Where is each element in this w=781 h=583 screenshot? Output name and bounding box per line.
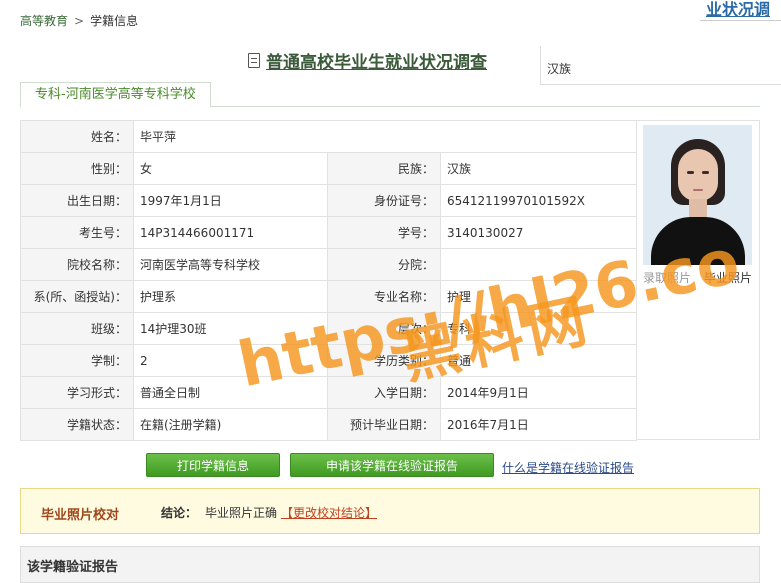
- tab-school[interactable]: 专科-河南医学高等专科学校: [20, 82, 211, 108]
- id-number-value: 65412119970101592X: [439, 184, 638, 217]
- student-number-label: 学号：: [327, 216, 441, 249]
- duration-label: 学制：: [20, 344, 134, 377]
- id-number-label: 身份证号：: [327, 184, 441, 217]
- conclusion-label: 结论：: [161, 506, 198, 520]
- verification-report-section: 该学籍验证报告: [20, 546, 760, 583]
- class-label: 班级：: [20, 312, 134, 345]
- corner-survey-title[interactable]: 业状况调: [706, 0, 781, 20]
- corner-divider: [700, 20, 781, 21]
- birth-label: 出生日期：: [20, 184, 134, 217]
- exam-number-label: 考生号：: [20, 216, 134, 249]
- side-ethnicity-text: 汉族: [547, 62, 572, 76]
- table-row: 姓名： 毕平萍: [20, 120, 638, 153]
- table-row: 学籍状态： 在籍(注册学籍) 预计毕业日期： 2016年7月1日: [20, 408, 638, 441]
- breadcrumb-home-link[interactable]: 高等教育: [20, 14, 68, 28]
- table-row: 考生号： 14P314466001171 学号： 3140130027: [20, 216, 638, 249]
- department-label: 系(所、函授站)：: [20, 280, 134, 313]
- what-is-report-link[interactable]: 什么是学籍在线验证报告: [502, 459, 634, 476]
- request-verification-button[interactable]: 申请该学籍在线验证报告: [290, 453, 494, 477]
- college-value: 河南医学高等专科学校: [133, 248, 328, 281]
- conclusion-value: 毕业照片正确: [205, 506, 278, 520]
- photo-check-title: 毕业照片校对: [41, 508, 120, 523]
- table-row: 性别： 女 民族： 汉族: [20, 152, 638, 185]
- survey-header: 普通高校毕业生就业状况调查: [248, 48, 487, 73]
- print-record-button[interactable]: 打印学籍信息: [146, 453, 280, 477]
- photo-check-panel: 毕业照片校对 结论： 毕业照片正确 【更改校对结论】: [20, 488, 760, 534]
- branch-label: 分院：: [327, 248, 441, 281]
- side-ethnicity-box: 汉族: [540, 46, 781, 85]
- study-form-label: 学习形式：: [20, 376, 134, 409]
- gender-value: 女: [133, 152, 328, 185]
- name-label: 姓名：: [20, 120, 134, 153]
- graduation-date-value: 2016年7月1日: [439, 408, 638, 441]
- name-value: 毕平萍: [132, 120, 638, 153]
- breadcrumb-separator: >: [74, 14, 85, 28]
- document-icon: [248, 53, 260, 68]
- student-number-value: 3140130027: [439, 216, 638, 249]
- breadcrumb-current: 学籍信息: [90, 14, 139, 28]
- breadcrumb: 高等教育 > 学籍信息: [20, 12, 138, 29]
- status-value: 在籍(注册学籍): [133, 408, 328, 441]
- graduation-date-label: 预计毕业日期：: [327, 408, 441, 441]
- college-label: 院校名称：: [20, 248, 134, 281]
- report-title: 该学籍验证报告: [27, 560, 119, 575]
- ethnicity-value: 汉族: [439, 152, 638, 185]
- exam-number-value: 14P314466001171: [133, 216, 328, 249]
- status-label: 学籍状态：: [20, 408, 134, 441]
- change-conclusion-link[interactable]: 【更改校对结论】: [281, 504, 377, 521]
- birth-value: 1997年1月1日: [133, 184, 328, 217]
- table-row: 出生日期： 1997年1月1日 身份证号： 65412119970101592X: [20, 184, 638, 217]
- gender-label: 性别：: [20, 152, 134, 185]
- survey-link[interactable]: 普通高校毕业生就业状况调查: [266, 48, 487, 73]
- ethnicity-label: 民族：: [327, 152, 441, 185]
- department-value: 护理系: [133, 280, 328, 313]
